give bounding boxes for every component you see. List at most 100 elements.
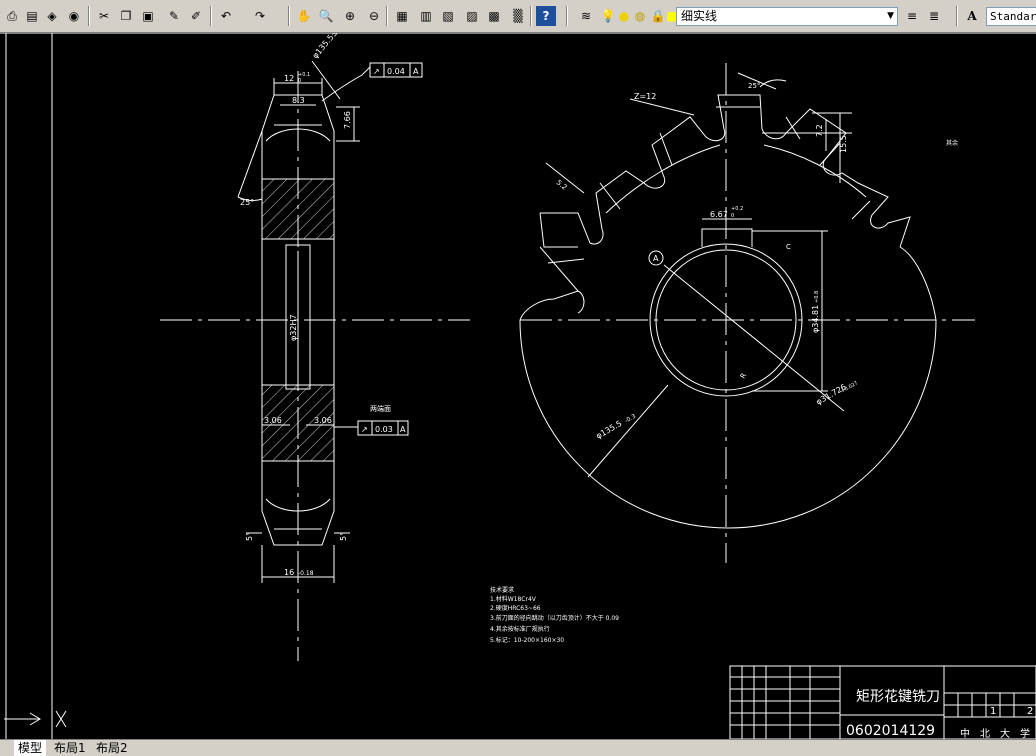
layer-previous-icon[interactable]: ≣ [924, 6, 944, 26]
tol-bottom-value: 0.03 [375, 425, 393, 434]
calculator-icon[interactable]: ▒ [508, 6, 528, 26]
designcenter-icon[interactable]: ▥ [416, 6, 436, 26]
title-school: 中 北 大 学 [960, 727, 1030, 739]
cutter-outline [899, 246, 937, 321]
ucs-icon [55, 710, 67, 728]
web-icon[interactable]: ◉ [64, 6, 84, 26]
layer-manager-icon[interactable]: ≋ [576, 6, 596, 26]
angle-arc [759, 79, 787, 88]
toolbar-separator [530, 6, 532, 26]
sheetset-icon[interactable]: ▨ [462, 6, 482, 26]
layer-vp-freeze-icon[interactable]: ◍ [630, 6, 650, 26]
dim-bottom-width: 16 [284, 568, 294, 577]
paste-icon[interactable]: ▣ [138, 6, 158, 26]
text-style-icon[interactable]: A [962, 6, 982, 26]
dim-depth: 7.2 [815, 124, 824, 137]
pan-icon[interactable]: ✋ [294, 6, 314, 26]
dim-diag-top: φ135.5±0.2 [311, 33, 348, 60]
toolbar-separator [566, 6, 568, 26]
brush-icon[interactable]: ✐ [186, 6, 206, 26]
dim-bottom-tol: -0.18 [298, 570, 314, 577]
tooth-root-arc [605, 144, 721, 214]
title-drawing-no: 0602014129 [846, 723, 935, 739]
toolbar-separator [386, 6, 388, 26]
tab-layout1[interactable]: 布局1 [50, 740, 90, 756]
undo-icon[interactable]: ↶ [216, 6, 236, 26]
publish-icon[interactable]: ◈ [42, 6, 62, 26]
note-item-5: 5.标记：10-200×160×30 [490, 636, 564, 644]
tab-model[interactable]: 模型 [14, 740, 47, 756]
hatch-upper [261, 178, 335, 240]
tol-top-datum: A [413, 67, 419, 76]
cut-icon[interactable]: ✂ [94, 6, 114, 26]
note-item-4: 4.其余按标准厂规执行 [490, 625, 550, 633]
tol-bottom-symbol: ↗ [361, 425, 368, 434]
tooth-profile [540, 94, 911, 248]
leader [311, 60, 341, 100]
notes-title: 技术要求 [490, 586, 514, 594]
toolbar-separator [956, 6, 958, 26]
dim-angle-bottom-left: 5° [245, 532, 254, 541]
dim-keyway-tol-upper: +0.2 [731, 206, 743, 212]
text-style-dropdown[interactable]: Standard [986, 7, 1036, 26]
dim-top-width: 12 [284, 74, 294, 83]
zoom-window-icon[interactable]: ⊕ [340, 6, 360, 26]
layer-dropdown-value: 细实线 [681, 9, 718, 23]
datum-a: A [653, 254, 659, 263]
markup-icon[interactable]: ▩ [484, 6, 504, 26]
zoom-previous-icon[interactable]: ⊖ [364, 6, 384, 26]
tol-bottom-datum: A [400, 425, 406, 434]
layer-dropdown[interactable]: 细实线 ▼ [676, 7, 898, 26]
toolpalette-icon[interactable]: ▧ [438, 6, 458, 26]
ucs-icon [4, 712, 41, 726]
label-z: Z=12 [634, 92, 656, 101]
zoom-realtime-icon[interactable]: 🔍 [316, 6, 336, 26]
layout-tabs: 模型 布局1 布局2 [0, 739, 1036, 756]
dim-bore: φ32H7 [289, 314, 298, 341]
drawing-svg: 12 +0.1 0 8.3 7.66 φ135.5±0.2 25° φ32H7 … [0, 33, 1036, 739]
label-two-faces: 两端面 [370, 404, 391, 413]
title-cell-2: 2 [1027, 706, 1033, 717]
tooth-face [539, 246, 579, 292]
plot-icon[interactable]: ⎙ [2, 6, 22, 26]
help-icon[interactable]: ? [536, 6, 556, 26]
dim-bore-tol: +0.8 [814, 291, 820, 303]
redo-icon[interactable]: ↷ [250, 6, 270, 26]
tol-top-symbol: ↗ [373, 67, 380, 76]
dim-inner-top: 8.3 [292, 96, 305, 105]
title-part-name: 矩形花键铣刀 [856, 689, 940, 705]
matchprop-icon[interactable]: ✎ [164, 6, 184, 26]
toolbar-separator [210, 6, 212, 26]
ext-line [237, 130, 263, 198]
dim-keyway-width: 6.67 [710, 210, 728, 219]
key-label-c: C [786, 243, 791, 251]
tab-layout2[interactable]: 布局2 [92, 740, 132, 756]
label-roughness: 其余 [946, 139, 958, 147]
copy-icon[interactable]: ❐ [116, 6, 136, 26]
leader [629, 98, 695, 116]
title-cell-1: 1 [990, 706, 996, 717]
dim-tooth-small: 5.2 [555, 178, 569, 191]
dim-outer: 15.5 [839, 135, 848, 153]
tooth-face [539, 212, 578, 248]
dim-dia-big: φ135.5 [595, 419, 624, 441]
standard-toolbar: ⎙ ▤ ◈ ◉ ✂ ❐ ▣ ✎ ✐ ↶ ↷ ✋ 🔍 ⊕ ⊖ ▦ ▥ ▧ ▨ ▩ … [0, 0, 1036, 33]
dim-line-diameter [663, 264, 845, 412]
dim-keyway-tol-lower: 0 [731, 213, 734, 219]
tol-top-value: 0.04 [387, 67, 405, 76]
properties-icon[interactable]: ▦ [392, 6, 412, 26]
toolbar-separator [288, 6, 290, 26]
make-layer-current-icon[interactable]: ≡ [902, 6, 922, 26]
preview-icon[interactable]: ▤ [22, 6, 42, 26]
cutter-outer-arc [519, 319, 937, 529]
label-chamfer: R [739, 372, 748, 380]
dim-bore-dia: φ34.81 [811, 305, 820, 333]
note-item-1: 1.材料W18Cr4V [490, 595, 537, 603]
dim-right-depth: 7.66 [343, 111, 352, 129]
toolbar-separator [88, 6, 90, 26]
note-item-3: 3.前刀面的径向跳动（以刀齿顶计）不大于 0.09 [490, 614, 619, 622]
dim-top-tol-lower: 0 [298, 78, 301, 84]
dim-angle-left: 25° [240, 198, 254, 207]
note-item-2: 2.硬度HRC63~66 [490, 604, 541, 612]
drawing-canvas[interactable]: 12 +0.1 0 8.3 7.66 φ135.5±0.2 25° φ32H7 … [0, 33, 1036, 739]
